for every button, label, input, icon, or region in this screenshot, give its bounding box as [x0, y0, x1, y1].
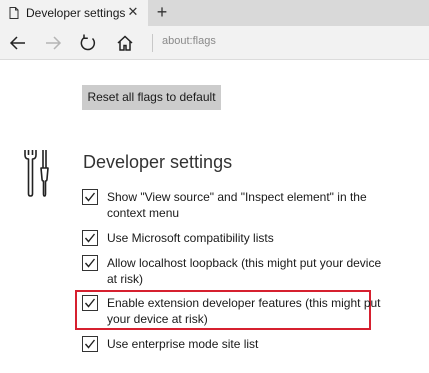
- home-icon[interactable]: [114, 33, 136, 53]
- close-tab-icon[interactable]: ✕: [126, 5, 140, 19]
- checkmark-icon: [84, 339, 96, 349]
- reset-all-flags-button[interactable]: Reset all flags to default: [82, 85, 221, 110]
- new-tab-button[interactable]: +: [152, 2, 172, 22]
- flag-compatibility-lists: Use Microsoft compatibility lists: [82, 230, 402, 246]
- section-title: Developer settings: [83, 152, 233, 172]
- checkmark-icon: [84, 233, 96, 243]
- wrench-screwdriver-icon: [24, 150, 49, 197]
- flag-checkbox[interactable]: [82, 230, 98, 246]
- address-separator: [152, 34, 153, 52]
- flag-label: Use enterprise mode site list: [107, 337, 259, 351]
- address-bar[interactable]: about:flags: [162, 35, 216, 47]
- flag-label: Enable extension developer features (thi…: [107, 296, 381, 326]
- back-arrow-icon[interactable]: [7, 33, 29, 53]
- browser-tab[interactable]: Developer settings ✕: [0, 0, 148, 26]
- refresh-icon[interactable]: [77, 33, 99, 53]
- flag-enterprise-mode: Use enterprise mode site list: [82, 336, 402, 352]
- page-favicon-icon: [9, 7, 19, 19]
- checkmark-icon: [84, 298, 96, 308]
- flag-label: Show "View source" and "Inspect element"…: [107, 190, 367, 220]
- tab-strip: Developer settings ✕ +: [0, 0, 429, 26]
- flag-checkbox[interactable]: [82, 336, 98, 352]
- flag-label: Allow localhost loopback (this might put…: [107, 256, 382, 286]
- flag-checkbox[interactable]: [82, 189, 98, 205]
- flag-extension-developer-features: Enable extension developer features (thi…: [82, 295, 402, 327]
- flag-localhost-loopback: Allow localhost loopback (this might put…: [82, 255, 402, 287]
- flag-checkbox[interactable]: [82, 295, 98, 311]
- tab-title: Developer settings: [26, 6, 126, 20]
- flag-label: Use Microsoft compatibility lists: [107, 231, 274, 245]
- forward-arrow-icon[interactable]: [42, 33, 64, 53]
- checkmark-icon: [84, 192, 96, 202]
- flag-show-view-source: Show "View source" and "Inspect element"…: [82, 189, 402, 221]
- flag-checkbox[interactable]: [82, 255, 98, 271]
- navigation-bar: about:flags: [0, 26, 429, 60]
- checkmark-icon: [84, 258, 96, 268]
